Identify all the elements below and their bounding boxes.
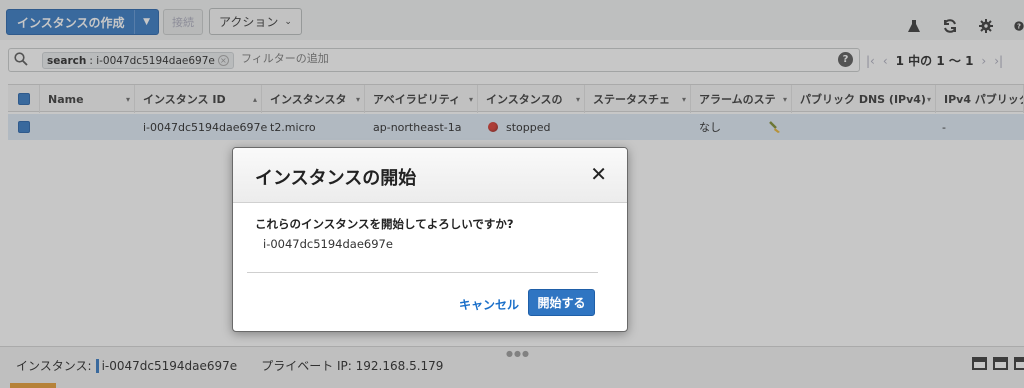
close-icon[interactable]: ✕	[590, 163, 607, 185]
start-instance-dialog: インスタンスの開始 ✕ これらのインスタンスを開始してよろしいですか? i-00…	[232, 147, 628, 332]
dialog-header: インスタンスの開始 ✕	[233, 148, 627, 203]
dialog-question: これらのインスタンスを開始してよろしいですか?	[255, 217, 514, 231]
dialog-divider	[247, 272, 598, 273]
ec2-console: インスタンスの作成 ▼ 接続 アクション ⌄ ? search: i-0047…	[0, 0, 1024, 388]
dialog-title: インスタンスの開始	[255, 168, 417, 189]
cancel-button[interactable]: キャンセル	[459, 296, 519, 313]
dialog-instance-id: i-0047dc5194dae697e	[263, 237, 393, 251]
start-button[interactable]: 開始する	[528, 289, 595, 316]
